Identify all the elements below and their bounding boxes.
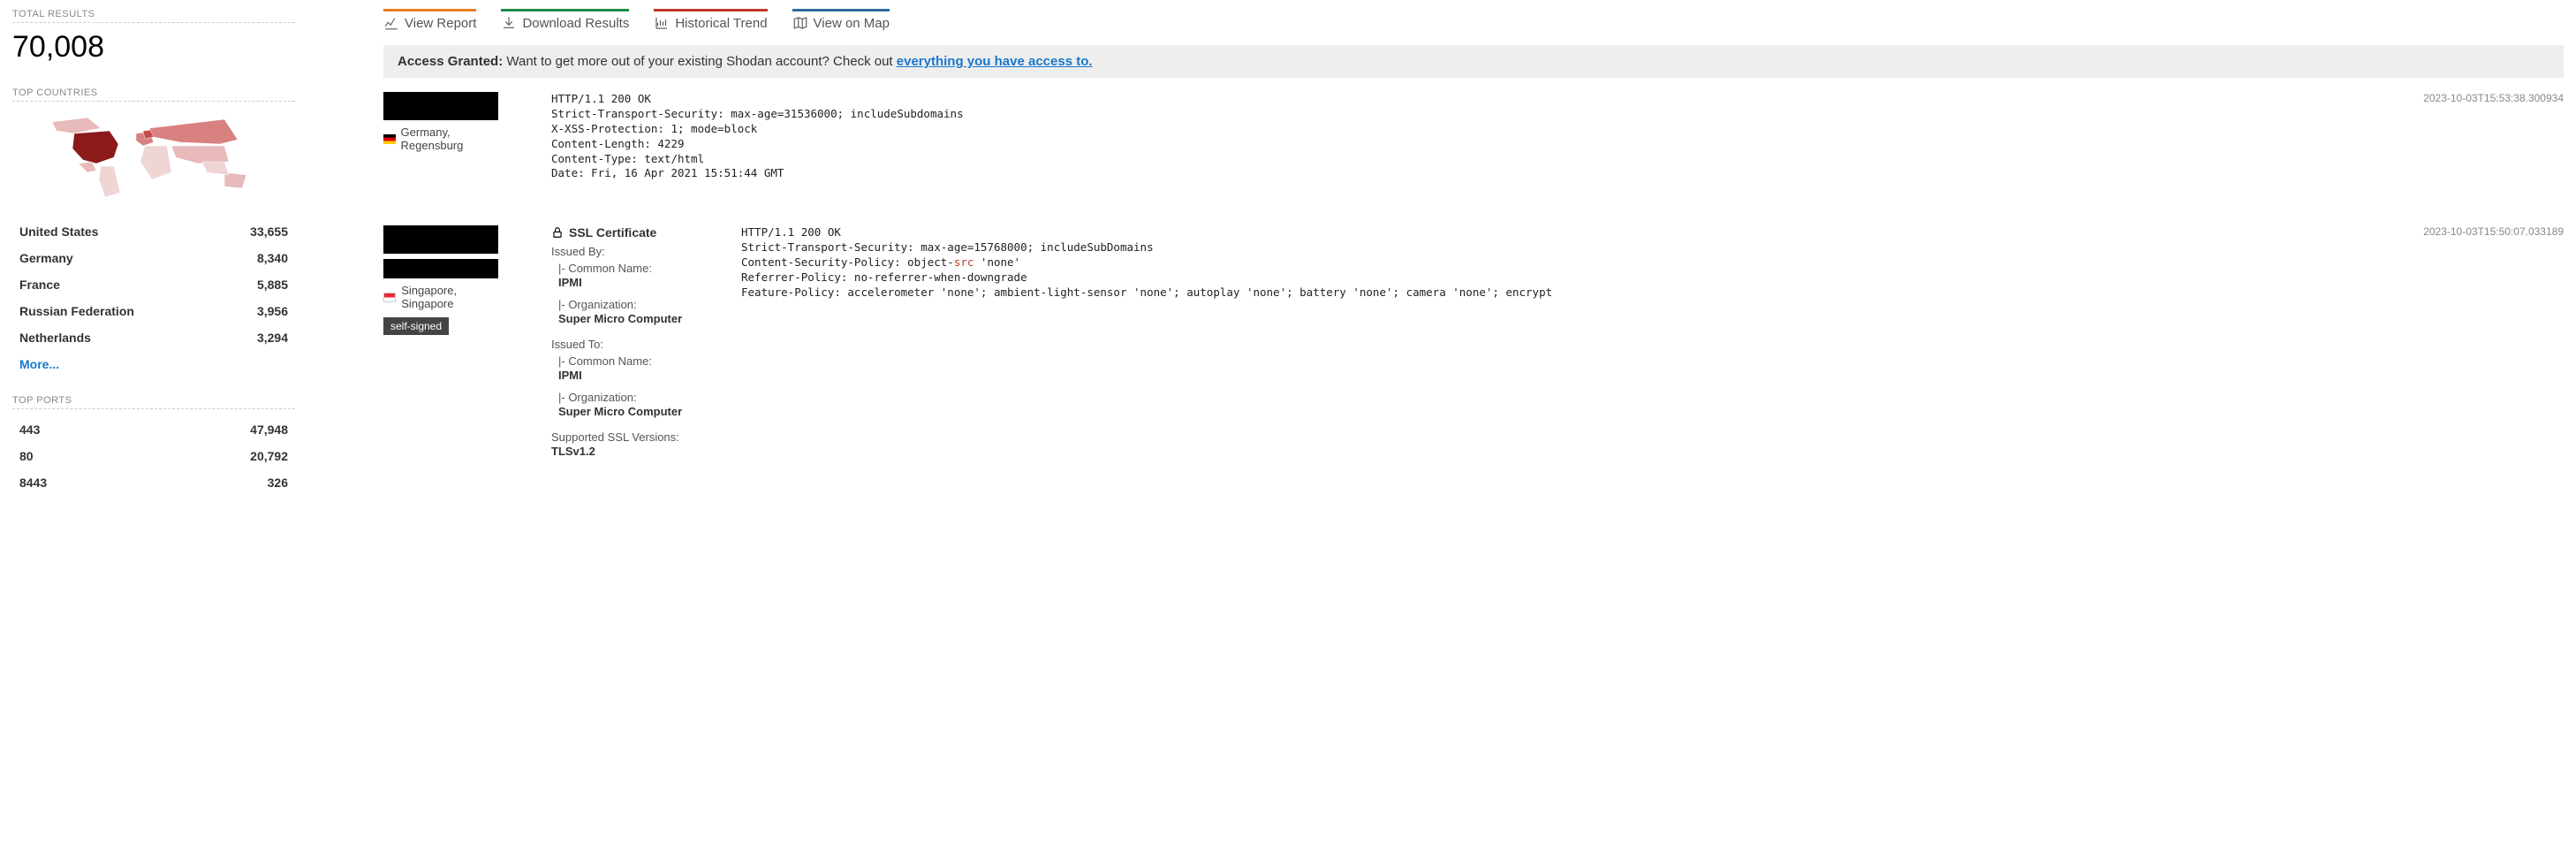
flag-icon-de bbox=[383, 134, 396, 144]
country-name: France bbox=[19, 278, 60, 292]
self-signed-tag[interactable]: self-signed bbox=[383, 317, 449, 335]
ip-redacted[interactable] bbox=[383, 92, 498, 120]
search-result: 2023-10-03T15:53:38.300934 Germany, Rege… bbox=[383, 92, 2564, 181]
country-name: Russian Federation bbox=[19, 304, 134, 318]
country-count: 8,340 bbox=[257, 251, 288, 265]
http-response: HTTP/1.1 200 OK Strict-Transport-Securit… bbox=[741, 225, 2564, 458]
notice-strong: Access Granted: bbox=[398, 54, 503, 69]
map-icon bbox=[792, 15, 808, 31]
country-row[interactable]: Russian Federation 3,956 bbox=[12, 298, 295, 324]
ssl-issued-to-org: Super Micro Computer bbox=[551, 405, 706, 418]
result-location: Germany, Regensburg bbox=[401, 126, 498, 152]
more-countries-link[interactable]: More... bbox=[12, 351, 66, 377]
port-row[interactable]: 8443 326 bbox=[12, 469, 295, 496]
port-name: 8443 bbox=[19, 476, 47, 490]
world-map bbox=[48, 109, 260, 206]
lock-icon bbox=[551, 226, 564, 239]
result-timestamp: 2023-10-03T15:53:38.300934 bbox=[2423, 92, 2564, 104]
notice-link[interactable]: everything you have access to. bbox=[897, 54, 1093, 69]
country-count: 3,294 bbox=[257, 331, 288, 345]
country-count: 5,885 bbox=[257, 278, 288, 292]
country-row[interactable]: Germany 8,340 bbox=[12, 245, 295, 271]
country-row[interactable]: Netherlands 3,294 bbox=[12, 324, 295, 351]
toolbar-label: Historical Trend bbox=[675, 16, 767, 31]
total-results-label: TOTAL RESULTS bbox=[12, 9, 295, 23]
country-count: 33,655 bbox=[250, 225, 288, 239]
total-results-value: 70,008 bbox=[12, 30, 295, 65]
ssl-supported-label: Supported SSL Versions: bbox=[551, 430, 706, 444]
ssl-certificate-block: SSL Certificate Issued By: |- Common Nam… bbox=[551, 225, 706, 458]
country-count: 3,956 bbox=[257, 304, 288, 318]
download-icon bbox=[501, 15, 517, 31]
http-response: HTTP/1.1 200 OK Strict-Transport-Securit… bbox=[551, 92, 2564, 181]
ssl-issued-by-cn: IPMI bbox=[551, 276, 706, 289]
port-count: 326 bbox=[268, 476, 288, 490]
country-name: Netherlands bbox=[19, 331, 91, 345]
hostname-redacted[interactable] bbox=[383, 259, 498, 278]
top-countries-label: TOP COUNTRIES bbox=[12, 88, 295, 102]
country-row[interactable]: United States 33,655 bbox=[12, 218, 295, 245]
port-count: 47,948 bbox=[250, 422, 288, 437]
chart-icon bbox=[383, 15, 399, 31]
ssl-issued-to-label: Issued To: bbox=[551, 338, 706, 351]
view-report-button[interactable]: View Report bbox=[383, 9, 476, 31]
port-row[interactable]: 443 47,948 bbox=[12, 416, 295, 443]
access-notice: Access Granted: Want to get more out of … bbox=[383, 45, 2564, 78]
result-location: Singapore, Singapore bbox=[401, 284, 498, 310]
download-results-button[interactable]: Download Results bbox=[501, 9, 629, 31]
toolbar-label: Download Results bbox=[522, 16, 629, 31]
port-name: 443 bbox=[19, 422, 40, 437]
flag-icon-sg bbox=[383, 293, 396, 302]
ssl-title-text: SSL Certificate bbox=[569, 225, 656, 240]
country-name: Germany bbox=[19, 251, 73, 265]
port-count: 20,792 bbox=[250, 449, 288, 463]
trend-icon bbox=[654, 15, 670, 31]
port-row[interactable]: 80 20,792 bbox=[12, 443, 295, 469]
top-ports-label: TOP PORTS bbox=[12, 395, 295, 409]
ssl-issued-to-cn: IPMI bbox=[551, 369, 706, 382]
ssl-cn-label: |- Common Name: bbox=[551, 354, 706, 368]
ssl-issued-by-label: Issued By: bbox=[551, 245, 706, 258]
ssl-supported-value: TLSv1.2 bbox=[551, 445, 706, 458]
ip-redacted[interactable] bbox=[383, 225, 498, 254]
search-result: 2023-10-03T15:50:07.033189 Singapore, Si… bbox=[383, 225, 2564, 458]
port-name: 80 bbox=[19, 449, 34, 463]
ssl-org-label: |- Organization: bbox=[551, 391, 706, 404]
result-timestamp: 2023-10-03T15:50:07.033189 bbox=[2423, 225, 2564, 238]
ssl-org-label: |- Organization: bbox=[551, 298, 706, 311]
ssl-issued-by-org: Super Micro Computer bbox=[551, 312, 706, 325]
country-name: United States bbox=[19, 225, 98, 239]
view-on-map-button[interactable]: View on Map bbox=[792, 9, 890, 31]
country-row[interactable]: France 5,885 bbox=[12, 271, 295, 298]
notice-text: Want to get more out of your existing Sh… bbox=[503, 54, 897, 69]
ssl-cn-label: |- Common Name: bbox=[551, 262, 706, 275]
historical-trend-button[interactable]: Historical Trend bbox=[654, 9, 767, 31]
toolbar-label: View Report bbox=[405, 16, 476, 31]
toolbar-label: View on Map bbox=[814, 16, 890, 31]
